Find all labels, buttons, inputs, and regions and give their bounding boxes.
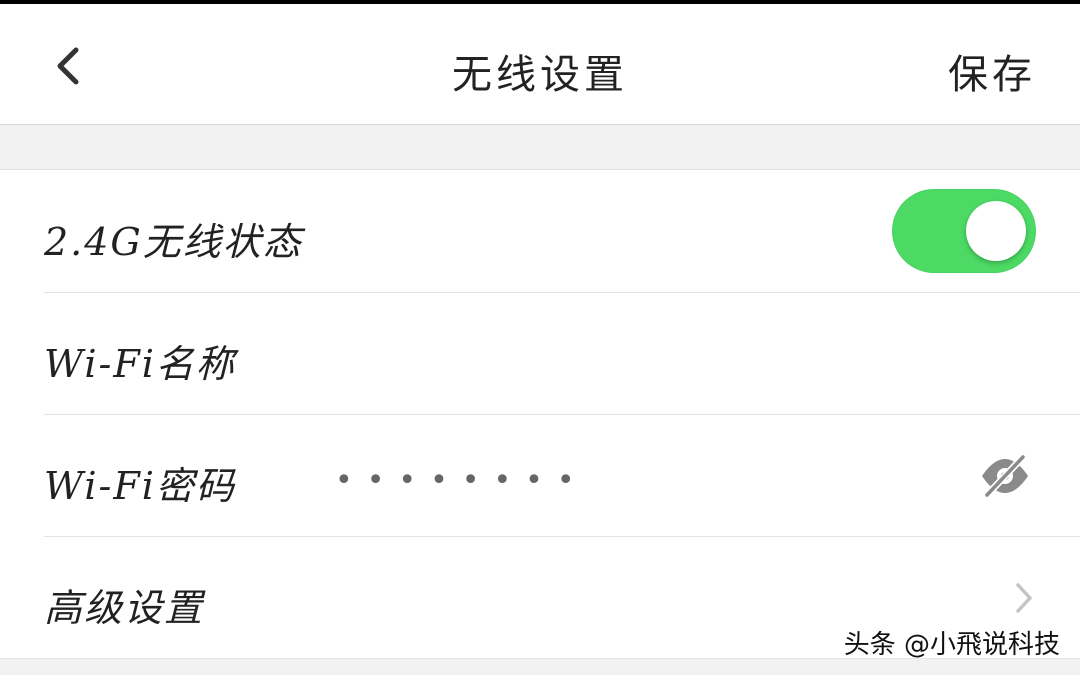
wifi-name-row[interactable]: Wi-Fi名称 (0, 293, 1080, 415)
toggle-knob (966, 201, 1026, 261)
password-visibility-button[interactable] (978, 453, 1032, 499)
watermark-text: 头条 @小飛说科技 (843, 630, 1060, 660)
wireless-status-row: 2.4G无线状态 (0, 171, 1080, 293)
wireless-status-toggle[interactable] (892, 189, 1036, 273)
wifi-password-label: Wi-Fi密码 (44, 464, 236, 508)
page-title: 无线设置 (452, 52, 628, 98)
eye-slash-icon (982, 453, 1028, 499)
save-button[interactable]: 保存 (948, 42, 1036, 100)
wifi-name-label: Wi-Fi名称 (44, 342, 236, 386)
advanced-settings-label: 高级设置 (44, 586, 205, 630)
wireless-status-label: 2.4G无线状态 (44, 220, 303, 264)
wifi-password-value[interactable]: •••••••• (335, 463, 589, 498)
section-gap (0, 125, 1080, 170)
wifi-password-row[interactable]: Wi-Fi密码 •••••••• (0, 415, 1080, 537)
chevron-right-icon (1014, 581, 1034, 615)
header-bar: 无线设置 保存 (0, 4, 1080, 125)
